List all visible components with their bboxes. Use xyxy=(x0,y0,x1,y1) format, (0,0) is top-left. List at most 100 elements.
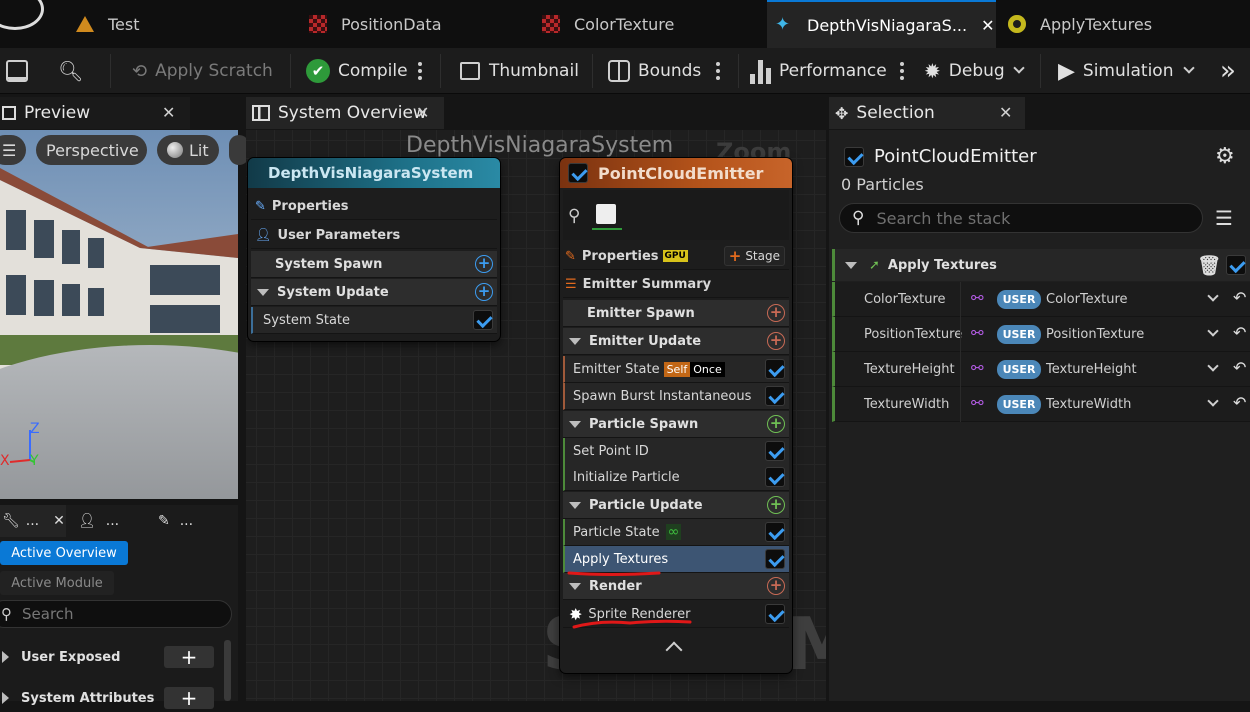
spawn-burst-enabled-checkbox[interactable] xyxy=(765,386,785,406)
param-value: ColorTexture xyxy=(1046,292,1128,307)
tab-position-data[interactable]: PositionData xyxy=(309,0,529,48)
compile-options-icon[interactable] xyxy=(418,62,422,80)
set-point-id-module[interactable]: Set Point ID xyxy=(563,438,789,465)
reset-to-default-icon[interactable]: ↶ xyxy=(1233,288,1246,307)
chevron-down-icon[interactable] xyxy=(1207,290,1219,302)
param-row-texture-width[interactable]: TextureWidth ⚯ USER TextureWidth ↶ xyxy=(832,387,1250,422)
tab-color-texture[interactable]: ColorTexture xyxy=(542,0,762,48)
emitter-state-module[interactable]: Emitter State Self Once xyxy=(563,356,789,383)
spawn-burst-module[interactable]: Spawn Burst Instantaneous xyxy=(563,383,789,410)
tab-test[interactable]: Test xyxy=(76,0,286,48)
tab-parameter-definitions[interactable]: ✎ ... xyxy=(158,505,224,537)
add-module-icon[interactable]: + xyxy=(767,304,785,322)
emitter-thumbnail[interactable] xyxy=(592,200,622,230)
close-selection-icon[interactable]: ✕ xyxy=(999,103,1012,122)
filter-icon[interactable]: ☰ xyxy=(1215,206,1233,230)
reset-to-default-icon[interactable]: ↶ xyxy=(1233,358,1246,377)
collapse-node-icon[interactable] xyxy=(665,641,683,659)
module-enabled-checkbox[interactable] xyxy=(1226,255,1246,275)
add-module-icon[interactable]: + xyxy=(475,283,493,301)
initialize-particle-module[interactable]: Initialize Particle xyxy=(563,464,789,491)
emitter-selected-checkbox[interactable] xyxy=(844,147,864,167)
user-parameters-row[interactable]: 👤︎ User Parameters xyxy=(251,222,497,249)
parameters-scrollbar[interactable] xyxy=(224,640,231,701)
chevron-down-icon[interactable] xyxy=(1207,395,1219,407)
browse-button[interactable]: 🔍︎ xyxy=(58,48,88,94)
system-node[interactable]: DepthVisNiagaraSystem ✎ Properties 👤︎ Us… xyxy=(248,158,500,341)
param-row-color-texture[interactable]: ColorTexture ⚯ USER ColorTexture ↶ xyxy=(832,282,1250,317)
system-spawn-section[interactable]: System Spawn + xyxy=(251,251,497,278)
close-system-overview-icon[interactable]: ✕ xyxy=(416,103,429,122)
reset-to-default-icon[interactable]: ↶ xyxy=(1233,323,1246,342)
delete-module-icon[interactable]: 🗑︎ xyxy=(1197,254,1221,277)
emitter-mode-icon[interactable]: ⚲ xyxy=(568,206,580,226)
particle-state-module[interactable]: Particle State ∞ xyxy=(563,519,789,546)
preview-viewport[interactable]: Z Y X xyxy=(0,130,238,499)
add-module-icon[interactable]: + xyxy=(767,415,785,433)
emitter-state-enabled-checkbox[interactable] xyxy=(765,359,785,379)
add-stage-button[interactable]: + Stage xyxy=(723,246,785,266)
add-module-icon[interactable]: + xyxy=(767,332,785,350)
apply-textures-enabled-checkbox[interactable] xyxy=(765,549,785,569)
parameters-search-input[interactable]: ⚲ Search xyxy=(0,600,232,628)
emitter-properties-row[interactable]: ✎ Properties GPU + Stage xyxy=(563,243,789,270)
system-overview-graph[interactable]: DepthVisNiagaraSystem Zoom 1:1 SYSTEM De… xyxy=(246,130,826,701)
tab-parameters[interactable]: 🔧︎ ... ✕ xyxy=(0,505,66,537)
add-renderer-icon[interactable]: + xyxy=(767,577,785,595)
active-module-button[interactable]: Active Module xyxy=(0,571,114,595)
compile-button[interactable]: ✔ Compile xyxy=(306,48,408,94)
tab-apply-textures[interactable]: ApplyTextures xyxy=(1008,0,1248,48)
lighting-mode-button[interactable]: Lit xyxy=(157,135,219,165)
add-module-icon[interactable]: + xyxy=(767,496,785,514)
tab-label: Test xyxy=(108,14,140,34)
close-preview-icon[interactable]: ✕ xyxy=(162,103,175,122)
system-state-enabled-checkbox[interactable] xyxy=(473,310,493,330)
toolbar-overflow-button[interactable]: » xyxy=(1220,48,1236,94)
performance-button[interactable]: Performance xyxy=(750,48,887,94)
user-icon: 👤︎ xyxy=(78,513,96,529)
emitter-spawn-section[interactable]: Emitter Spawn + xyxy=(563,300,789,327)
close-tab-icon[interactable]: ✕ xyxy=(53,513,65,529)
performance-options-icon[interactable] xyxy=(900,62,904,80)
unreal-logo-icon[interactable] xyxy=(0,0,44,30)
tab-depth-vis-niagara-system[interactable]: ✦ DepthVisNiagaraS... ✕ xyxy=(767,0,996,48)
chevron-down-icon[interactable] xyxy=(1207,325,1219,337)
emitter-summary-row[interactable]: ☰ Emitter Summary xyxy=(563,271,789,298)
tab-user-parameters[interactable]: 👤︎ ... xyxy=(78,505,144,537)
system-update-section[interactable]: System Update + xyxy=(251,279,497,306)
save-button[interactable] xyxy=(6,48,32,94)
add-system-attribute-button[interactable]: + xyxy=(164,687,214,709)
settings-gear-icon[interactable]: ⚙ xyxy=(1215,144,1235,169)
param-name: ColorTexture xyxy=(864,292,946,307)
debug-dropdown[interactable]: ✹ Debug xyxy=(924,48,1025,94)
reset-to-default-icon[interactable]: ↶ xyxy=(1233,393,1246,412)
emitter-update-section[interactable]: Emitter Update + xyxy=(563,328,789,355)
system-state-module[interactable]: System State xyxy=(251,307,497,334)
param-row-texture-height[interactable]: TextureHeight ⚯ USER TextureHeight ↶ xyxy=(832,352,1250,387)
particle-update-section[interactable]: Particle Update + xyxy=(563,492,789,519)
simulation-dropdown[interactable]: ▶ Simulation xyxy=(1058,48,1196,94)
close-tab-icon[interactable]: ✕ xyxy=(981,16,994,35)
view-mode-button[interactable]: Perspective xyxy=(36,135,147,165)
sprite-renderer-enabled-checkbox[interactable] xyxy=(765,604,785,624)
chevron-down-icon[interactable] xyxy=(1207,360,1219,372)
add-module-icon[interactable]: + xyxy=(475,255,493,273)
thumbnail-button[interactable]: Thumbnail xyxy=(460,48,579,94)
apply-scratch-icon: ⟲ xyxy=(132,60,148,82)
apply-scratch-button[interactable]: ⟲ Apply Scratch xyxy=(132,48,273,94)
set-point-id-enabled-checkbox[interactable] xyxy=(765,441,785,461)
system-properties-row[interactable]: ✎ Properties xyxy=(251,193,497,220)
initialize-particle-enabled-checkbox[interactable] xyxy=(765,467,785,487)
particle-state-enabled-checkbox[interactable] xyxy=(765,522,785,542)
system-node-header[interactable]: DepthVisNiagaraSystem xyxy=(248,158,500,188)
add-user-exposed-button[interactable]: + xyxy=(164,646,214,668)
param-row-position-texture[interactable]: PositionTexture ⚯ USER PositionTexture ↶ xyxy=(832,317,1250,352)
bounds-button[interactable]: Bounds xyxy=(608,48,701,94)
particle-spawn-section[interactable]: Particle Spawn + xyxy=(563,411,789,438)
bounds-options-icon[interactable] xyxy=(716,62,720,80)
stack-search-input[interactable]: ⚲ Search the stack xyxy=(839,203,1203,233)
emitter-node-header[interactable]: PointCloudEmitter xyxy=(560,158,792,188)
emitter-enabled-checkbox[interactable] xyxy=(568,163,588,183)
active-overview-button[interactable]: Active Overview xyxy=(0,541,128,565)
module-header-apply-textures[interactable]: ➚ Apply Textures 🗑︎ xyxy=(832,249,1250,281)
